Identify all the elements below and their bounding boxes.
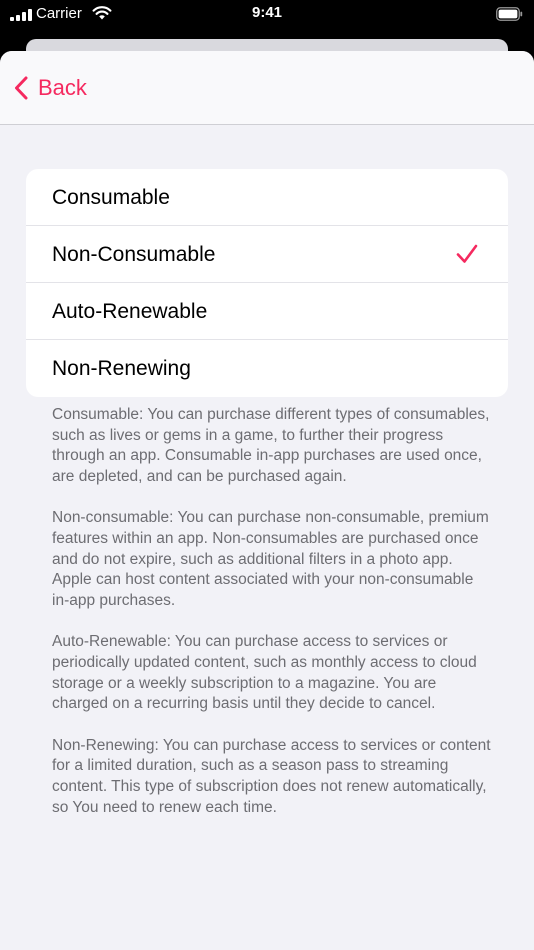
description-consumable: Consumable: You can purchase different t… — [52, 406, 490, 485]
chevron-left-icon — [15, 76, 28, 100]
option-label: Non-Renewing — [52, 357, 191, 380]
description-auto-renewable: Auto-Renewable: You can purchase access … — [52, 633, 477, 713]
option-consumable[interactable]: Consumable — [26, 169, 508, 226]
navigation-bar: Back — [0, 51, 534, 125]
status-bar: Carrier 9:41 — [0, 0, 534, 40]
description-non-renewing: Non-Renewing: You can purchase access to… — [52, 736, 491, 816]
option-label: Non-Consumable — [52, 243, 216, 266]
purchase-type-descriptions: Consumable: You can purchase different t… — [52, 405, 492, 839]
back-label: Back — [38, 75, 87, 100]
option-non-renewing[interactable]: Non-Renewing — [26, 340, 508, 397]
checkmark-icon — [456, 244, 478, 263]
option-label: Auto-Renewable — [52, 300, 208, 323]
option-label: Consumable — [52, 186, 170, 209]
purchase-type-list: Consumable Non-Consumable Auto-Renewable… — [26, 169, 508, 397]
battery-icon — [496, 7, 523, 21]
description-non-consumable: Non-consumable: You can purchase non-con… — [52, 509, 489, 609]
option-non-consumable[interactable]: Non-Consumable — [26, 226, 508, 283]
option-auto-renewable[interactable]: Auto-Renewable — [26, 283, 508, 340]
status-time: 9:41 — [251, 4, 283, 21]
modal-sheet: Back Consumable Non-Consumable Auto-Rene… — [0, 51, 534, 950]
back-button[interactable]: Back — [14, 71, 87, 105]
